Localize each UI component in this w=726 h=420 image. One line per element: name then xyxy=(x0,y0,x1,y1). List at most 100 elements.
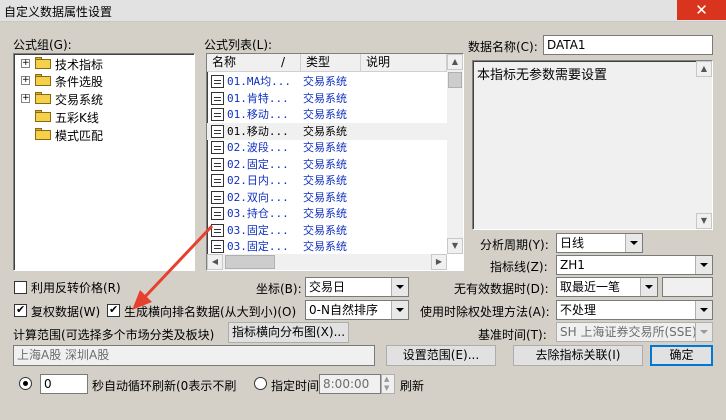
remove-link-button[interactable]: 去除指标关联(I) xyxy=(513,345,643,366)
formula-type: 交易系统 xyxy=(303,91,347,105)
formula-name: 03.固定... xyxy=(227,240,289,253)
hscroll-thumb[interactable] xyxy=(225,255,275,269)
dropdown-arrow-icon[interactable] xyxy=(695,301,712,319)
dropdown-arrow-icon[interactable] xyxy=(695,323,712,341)
rank-data-checkbox[interactable] xyxy=(107,303,120,317)
formula-name: 01.移动... xyxy=(227,108,289,121)
tree-item-label: 模式匹配 xyxy=(55,129,104,143)
expand-icon[interactable]: + xyxy=(21,94,30,103)
formula-list[interactable]: 名称 / 类型 说明 01.MA均... 交易系统 01.肯特... 交易系统 01.移… xyxy=(206,53,464,271)
time-spinner[interactable]: ▲ ▼ xyxy=(381,374,395,394)
scroll-down-button[interactable]: ▼ xyxy=(696,213,712,229)
column-header-desc[interactable]: 说明 xyxy=(361,54,447,72)
invalid-data-select[interactable]: 取最近一笔 xyxy=(556,277,658,297)
invalid-data-value: 取最近一笔 xyxy=(560,280,621,294)
formula-list-label: 公式列表(L): xyxy=(204,38,273,52)
formula-type: 交易系统 xyxy=(303,223,347,237)
formula-row[interactable]: 02.双向... 交易系统 xyxy=(207,189,447,206)
formula-type: 交易系统 xyxy=(303,75,347,88)
invalid-data-extra-input[interactable] xyxy=(662,277,713,297)
formula-type: 交易系统 xyxy=(303,141,347,154)
formula-row[interactable]: 03.固定... 交易系统 xyxy=(207,238,447,255)
indicator-line-select[interactable]: ZH1 xyxy=(556,255,713,275)
scroll-right-button[interactable]: ▶ xyxy=(431,254,447,270)
formula-icon xyxy=(211,174,224,187)
spin-up-icon[interactable]: ▲ xyxy=(384,375,389,383)
formula-icon xyxy=(211,207,224,220)
dropdown-arrow-icon[interactable] xyxy=(625,234,642,252)
dropdown-arrow-icon[interactable] xyxy=(391,278,408,296)
refresh-seconds-input[interactable]: 0 xyxy=(40,374,88,394)
description-text: 本指标无参数需要设置 xyxy=(477,68,608,83)
auto-refresh-radio[interactable] xyxy=(19,377,32,390)
column-header-type[interactable]: 类型 xyxy=(301,54,361,72)
rank-order-select[interactable]: 0-N自然排序 xyxy=(305,300,409,320)
list-horizontal-scrollbar[interactable]: ◀ ▶ xyxy=(207,254,447,270)
folder-icon xyxy=(35,57,51,69)
expand-icon[interactable]: + xyxy=(21,59,30,68)
data-name-input[interactable]: DATA1 xyxy=(543,35,713,55)
formula-name: 01.移动... xyxy=(227,124,289,138)
formula-row[interactable]: 02.日内... 交易系统 xyxy=(207,172,447,189)
formula-type: 交易系统 xyxy=(303,207,347,220)
data-name-label: 数据名称(C): xyxy=(468,40,538,54)
tree-item-label: 五彩K线 xyxy=(55,111,99,125)
formula-type: 交易系统 xyxy=(303,190,347,204)
set-range-button[interactable]: 设置范围(E)... xyxy=(386,345,496,366)
formula-row[interactable]: 02.波段... 交易系统 xyxy=(207,139,447,156)
base-time-value: SH 上海证券交易所(SSE) xyxy=(560,325,697,339)
formula-row[interactable]: 03.固定... 交易系统 xyxy=(207,222,447,239)
scroll-up-button[interactable]: ▲ xyxy=(696,61,712,77)
spin-down-icon[interactable]: ▼ xyxy=(384,384,389,392)
dialog-window: 自定义数据属性设置 ✕ 公式组(G): + 技术指标 + 条件选股 + 交易系统… xyxy=(0,0,726,420)
list-vertical-scrollbar[interactable]: ▲ ▼ xyxy=(447,54,463,254)
close-button[interactable]: ✕ xyxy=(677,0,726,20)
folder-icon xyxy=(35,110,51,122)
period-select[interactable]: 日线 xyxy=(556,233,643,253)
specified-time-label: 指定时间 xyxy=(271,379,320,393)
formula-icon xyxy=(211,190,224,204)
description-scrollbar[interactable]: ▲ ▼ xyxy=(696,61,712,229)
formula-type: 交易系统 xyxy=(303,174,347,187)
refresh-seconds-label: 秒自动循环刷新(0表示不刷 xyxy=(92,379,237,393)
restore-data-label: 复权数据(W) xyxy=(31,305,101,319)
timeshare-method-value: 不处理 xyxy=(560,303,597,317)
formula-row[interactable]: 02.固定... 交易系统 xyxy=(207,156,447,173)
formula-icon xyxy=(211,124,224,138)
formula-row[interactable]: 01.移动... 交易系统 xyxy=(207,122,447,140)
formula-name: 03.固定... xyxy=(227,223,289,237)
coordinate-select[interactable]: 交易日 xyxy=(305,277,409,297)
distribution-chart-button[interactable]: 指标横向分布图(X)... xyxy=(228,322,349,343)
formula-row[interactable]: 01.肯特... 交易系统 xyxy=(207,90,447,107)
scroll-up-button[interactable]: ▲ xyxy=(447,54,463,70)
folder-icon xyxy=(35,74,51,86)
base-time-select[interactable]: SH 上海证券交易所(SSE) xyxy=(556,322,713,342)
formula-rows: 01.MA均... 交易系统 01.肯特... 交易系统 01.移动... 交易系统 01.… xyxy=(207,73,447,253)
expand-icon[interactable]: + xyxy=(21,76,30,85)
annotation-arrow-icon xyxy=(132,224,214,310)
coordinate-label: 坐标(B): xyxy=(256,282,302,296)
dropdown-arrow-icon[interactable] xyxy=(391,301,408,319)
ok-button[interactable]: 确定 xyxy=(650,345,713,366)
restore-data-checkbox[interactable] xyxy=(14,303,27,317)
column-header-name[interactable]: 名称 / xyxy=(207,54,301,72)
title-bar: 自定义数据属性设置 ✕ xyxy=(0,0,726,22)
timeshare-method-select[interactable]: 不处理 xyxy=(556,300,713,320)
scroll-down-button[interactable]: ▼ xyxy=(447,238,463,254)
formula-group-label: 公式组(G): xyxy=(13,38,72,52)
calc-range-label: 计算范围(可选择多个市场分类及板块) xyxy=(13,328,215,342)
formula-icon xyxy=(211,108,224,121)
formula-row[interactable]: 03.持仓... 交易系统 xyxy=(207,205,447,222)
base-time-label: 基准时间(T): xyxy=(478,328,547,342)
specified-time-radio[interactable] xyxy=(254,377,267,390)
calc-range-field[interactable]: 上海A股 深圳A股 xyxy=(13,345,375,366)
formula-row[interactable]: 01.MA均... 交易系统 xyxy=(207,73,447,90)
rank-order-value: 0-N自然排序 xyxy=(309,303,378,317)
scroll-thumb[interactable] xyxy=(448,72,462,88)
formula-row[interactable]: 01.移动... 交易系统 xyxy=(207,106,447,123)
reverse-price-label: 利用反转价格(R) xyxy=(31,281,121,295)
reverse-price-checkbox[interactable] xyxy=(14,281,27,294)
specified-time-input[interactable]: 8:00:00 xyxy=(319,374,381,394)
dropdown-arrow-icon[interactable] xyxy=(640,278,657,296)
dropdown-arrow-icon[interactable] xyxy=(695,256,712,274)
